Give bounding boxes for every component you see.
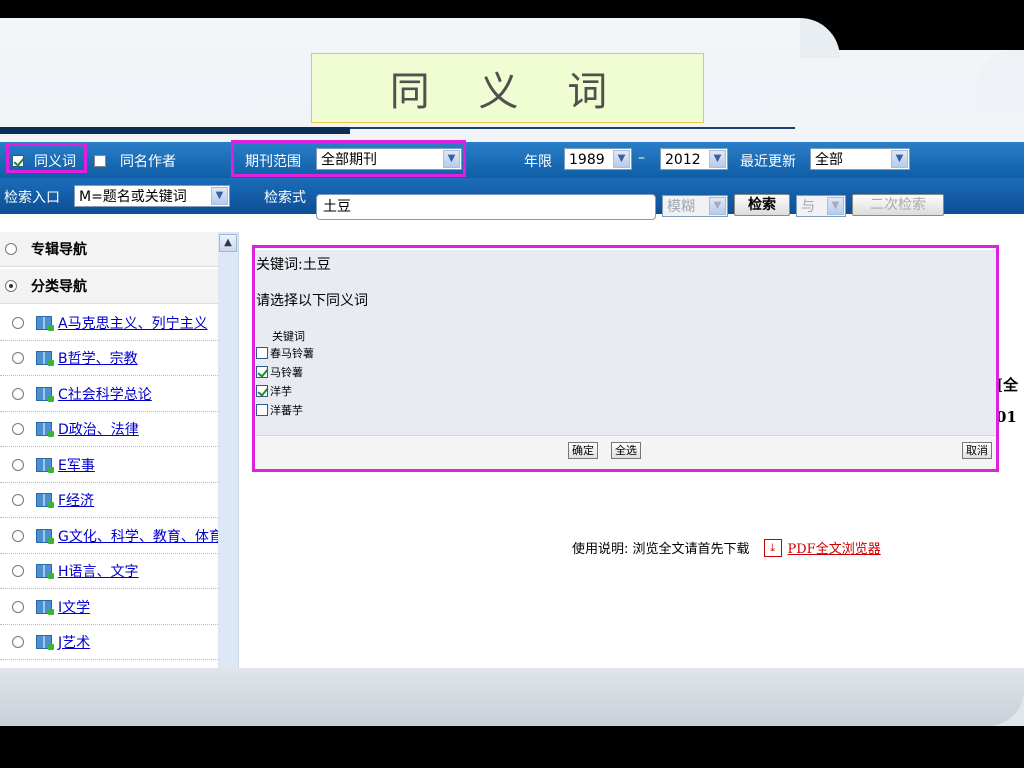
- nav-link[interactable]: B哲学、宗教: [58, 348, 138, 368]
- logic-select[interactable]: 与 ▼: [796, 195, 846, 217]
- book-icon: [36, 600, 54, 615]
- slide-title: 同 义 词: [311, 53, 704, 123]
- nav-item-label: 专辑导航: [31, 242, 87, 258]
- nav-item-g[interactable]: G文化、科学、教育、体育: [0, 519, 218, 554]
- nav-link[interactable]: I文学: [58, 597, 90, 617]
- book-icon: [36, 351, 54, 366]
- year-dash: –: [638, 150, 645, 166]
- nav-link[interactable]: D政治、法律: [58, 419, 139, 439]
- book-icon: [36, 564, 54, 579]
- nav-item-c[interactable]: C社会科学总论: [0, 377, 218, 412]
- chevron-down-icon: ▼: [613, 150, 630, 168]
- pdf-icon: ⤓: [763, 538, 782, 557]
- result-fragment: 01: [996, 408, 1017, 426]
- radio-icon[interactable]: [12, 388, 24, 400]
- filter-toolbar: 同义词 同名作者 期刊范围 全部期刊 ▼ 年限 1989 ▼ – 2012 ▼ …: [0, 142, 1024, 178]
- year-to-select[interactable]: 2012 ▼: [660, 148, 728, 170]
- nav-item-a[interactable]: A马克思主义、列宁主义: [0, 306, 218, 341]
- radio-icon[interactable]: [12, 530, 24, 542]
- search-expr-label: 检索式: [264, 190, 306, 206]
- same-author-checkbox[interactable]: [94, 153, 106, 169]
- highlight-box: [231, 140, 466, 177]
- search-input[interactable]: 土豆: [316, 194, 656, 220]
- radio-icon[interactable]: [12, 636, 24, 648]
- year-from-select[interactable]: 1989 ▼: [564, 148, 632, 170]
- search-entry-select[interactable]: M=题名或关键词 ▼: [74, 185, 230, 207]
- chevron-down-icon: ▼: [211, 187, 228, 205]
- title-underline-thin: [350, 127, 795, 129]
- nav-item-f[interactable]: F经济: [0, 483, 218, 518]
- radio-icon[interactable]: [12, 459, 24, 471]
- book-icon: [36, 387, 54, 402]
- book-icon: [36, 529, 54, 544]
- chevron-down-icon: ▼: [891, 150, 908, 168]
- nav-link[interactable]: G文化、科学、教育、体育: [58, 526, 218, 546]
- match-mode-value: 模糊: [667, 199, 695, 215]
- radio-icon[interactable]: [12, 352, 24, 364]
- nav-item-e[interactable]: E军事: [0, 448, 218, 483]
- highlight-box: [6, 143, 87, 173]
- nav-item-h[interactable]: H语言、文字: [0, 554, 218, 589]
- nav-link[interactable]: C社会科学总论: [58, 384, 152, 404]
- radio-icon[interactable]: [12, 601, 24, 613]
- search-entry-label: 检索入口: [4, 190, 60, 206]
- radio-icon[interactable]: [12, 317, 24, 329]
- book-icon: [36, 316, 54, 331]
- nav-link[interactable]: J艺术: [58, 632, 90, 652]
- same-author-label: 同名作者: [120, 154, 176, 170]
- slide-bottom-edge: [0, 726, 1024, 768]
- search-button[interactable]: 检索: [734, 194, 790, 216]
- book-icon: [36, 493, 54, 508]
- book-icon: [36, 635, 54, 650]
- recent-update-select[interactable]: 全部 ▼: [810, 148, 910, 170]
- year-to-value: 2012: [665, 152, 701, 168]
- chevron-down-icon: ▼: [709, 150, 726, 168]
- secondary-search-button[interactable]: 二次检索: [852, 194, 944, 216]
- nav-item-d[interactable]: D政治、法律: [0, 412, 218, 447]
- nav-scrollbar[interactable]: [218, 232, 238, 668]
- book-icon: [36, 422, 54, 437]
- radio-icon[interactable]: [12, 423, 24, 435]
- highlight-box: [252, 245, 999, 472]
- recent-update-value: 全部: [815, 152, 843, 168]
- radio-icon[interactable]: [5, 243, 17, 255]
- recent-update-label: 最近更新: [740, 154, 796, 170]
- usage-note: 使用说明: 浏览全文请首先下载 ⤓ PDF全文浏览器: [572, 538, 881, 557]
- scroll-up-icon[interactable]: ▲: [219, 234, 237, 252]
- nav-link[interactable]: A马克思主义、列宁主义: [58, 313, 208, 333]
- radio-icon[interactable]: [12, 565, 24, 577]
- nav-link[interactable]: E军事: [58, 455, 95, 475]
- title-underline: [0, 127, 350, 134]
- radio-icon[interactable]: [5, 280, 17, 292]
- nav-item-label: 分类导航: [31, 279, 87, 295]
- match-mode-select[interactable]: 模糊 ▼: [662, 195, 728, 217]
- result-fragment: [全: [996, 376, 1019, 394]
- search-entry-value: M=题名或关键词: [79, 189, 187, 205]
- book-icon: [36, 458, 54, 473]
- chevron-down-icon: ▼: [709, 197, 726, 215]
- nav-item-category[interactable]: 分类导航: [0, 269, 218, 304]
- slide-bottom-bar: [0, 668, 1024, 726]
- year-label: 年限: [524, 154, 552, 170]
- nav-item-album[interactable]: 专辑导航: [0, 232, 218, 267]
- pdf-reader-link[interactable]: PDF全文浏览器: [788, 538, 881, 557]
- nav-link[interactable]: F经济: [58, 490, 94, 510]
- nav-item-b[interactable]: B哲学、宗教: [0, 341, 218, 376]
- nav-link[interactable]: H语言、文字: [58, 561, 139, 581]
- chevron-down-icon: ▼: [827, 197, 844, 215]
- year-from-value: 1989: [569, 152, 605, 168]
- nav-item-i[interactable]: I文学: [0, 590, 218, 625]
- nav-item-j[interactable]: J艺术: [0, 625, 218, 660]
- usage-label: 使用说明: 浏览全文请首先下载: [572, 542, 750, 557]
- radio-icon[interactable]: [12, 494, 24, 506]
- logic-value: 与: [801, 199, 815, 215]
